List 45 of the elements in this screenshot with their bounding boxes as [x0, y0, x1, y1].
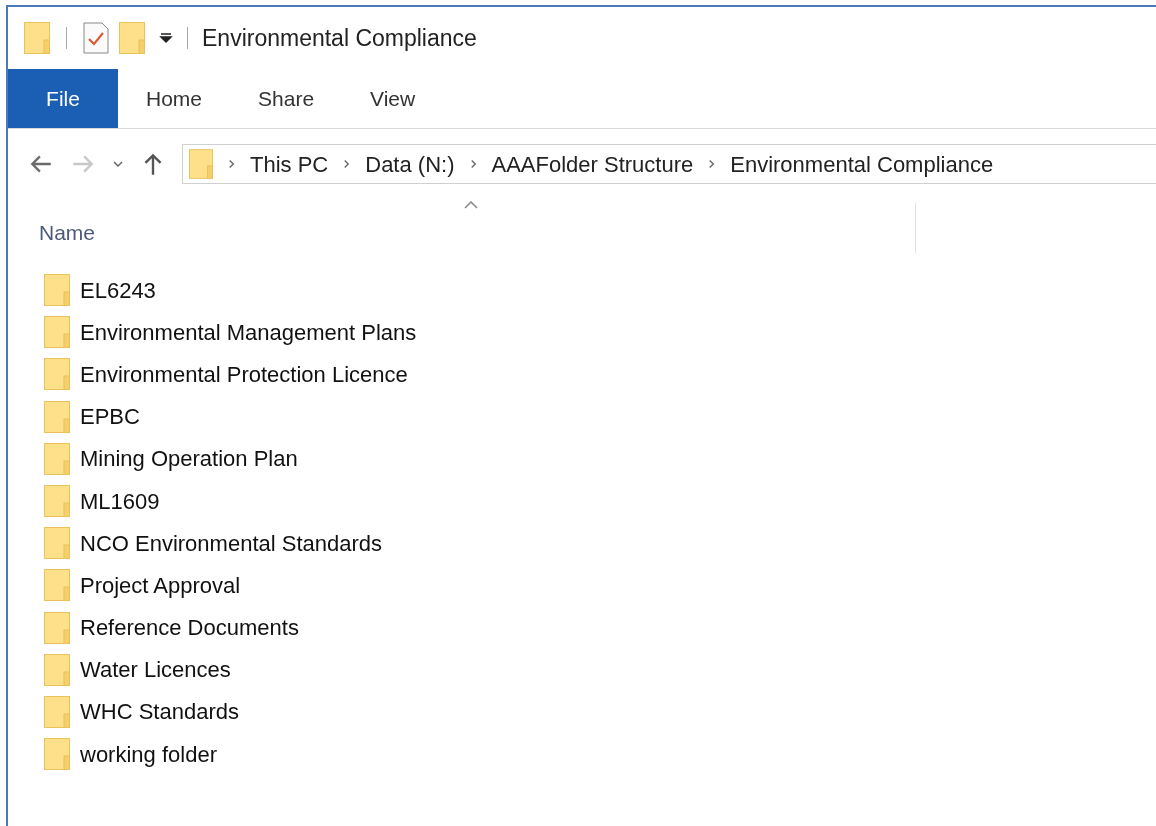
chevron-right-icon [227, 158, 236, 170]
sort-ascending-icon [464, 201, 478, 209]
new-folder-icon [119, 22, 145, 54]
folder-name[interactable]: Environmental Management Plans [80, 315, 417, 349]
breadcrumb-item[interactable]: This PC [250, 147, 329, 181]
column-header[interactable]: Name [39, 221, 96, 244]
folder-name[interactable]: working folder [80, 737, 217, 771]
chevron-down-icon[interactable] [112, 158, 124, 170]
folder-icon [44, 442, 70, 475]
folder-icon [189, 149, 213, 179]
caret-icon[interactable] [159, 31, 173, 45]
folder-name[interactable]: EPBC [80, 400, 140, 434]
folder-icon [44, 695, 70, 728]
folder-name[interactable]: NCO Environmental Standards [80, 526, 383, 560]
folder-icon [44, 274, 70, 307]
breadcrumb-item[interactable]: Environmental Compliance [730, 147, 994, 181]
folder-name[interactable]: EL6243 [80, 273, 156, 307]
folder-icon [44, 358, 70, 391]
ribbon-tab[interactable]: Share [230, 69, 343, 128]
window-title: Environmental Compliance [202, 23, 477, 53]
ribbon-tab[interactable]: File [8, 69, 118, 128]
chevron-right-icon [707, 158, 717, 170]
folder-name[interactable]: Mining Operation Plan [80, 442, 298, 476]
folder-name[interactable]: Water Licences [80, 653, 231, 687]
folder-icon [44, 485, 70, 518]
folder-icon [44, 527, 70, 560]
ribbon-tab[interactable]: View [342, 69, 444, 128]
folder-name[interactable]: Reference Documents [80, 611, 299, 645]
ribbon-tab[interactable]: Home [118, 69, 231, 128]
folder-icon [44, 316, 70, 349]
folder-name[interactable]: ML1609 [80, 484, 160, 518]
folder-name[interactable]: WHC Standards [80, 695, 239, 729]
folder-icon [24, 22, 50, 54]
chevron-right-icon [342, 158, 352, 170]
address-bar[interactable]: This PC Data (N:) AAAFolder Structure Environmental Compliance [182, 144, 1156, 184]
folder-icon [44, 569, 70, 602]
folder-name[interactable]: Environmental Protection Licence [80, 357, 408, 391]
folder-icon [44, 653, 70, 686]
folder-icon [44, 400, 70, 433]
properties-checklist-icon[interactable] [83, 22, 109, 54]
breadcrumb-item[interactable]: AAAFolder Structure [491, 147, 694, 181]
breadcrumb-item[interactable]: Data (N:) [365, 147, 455, 181]
folder-icon [44, 738, 70, 771]
folder-icon [44, 611, 70, 644]
folder-name[interactable]: Project Approval [80, 568, 241, 602]
